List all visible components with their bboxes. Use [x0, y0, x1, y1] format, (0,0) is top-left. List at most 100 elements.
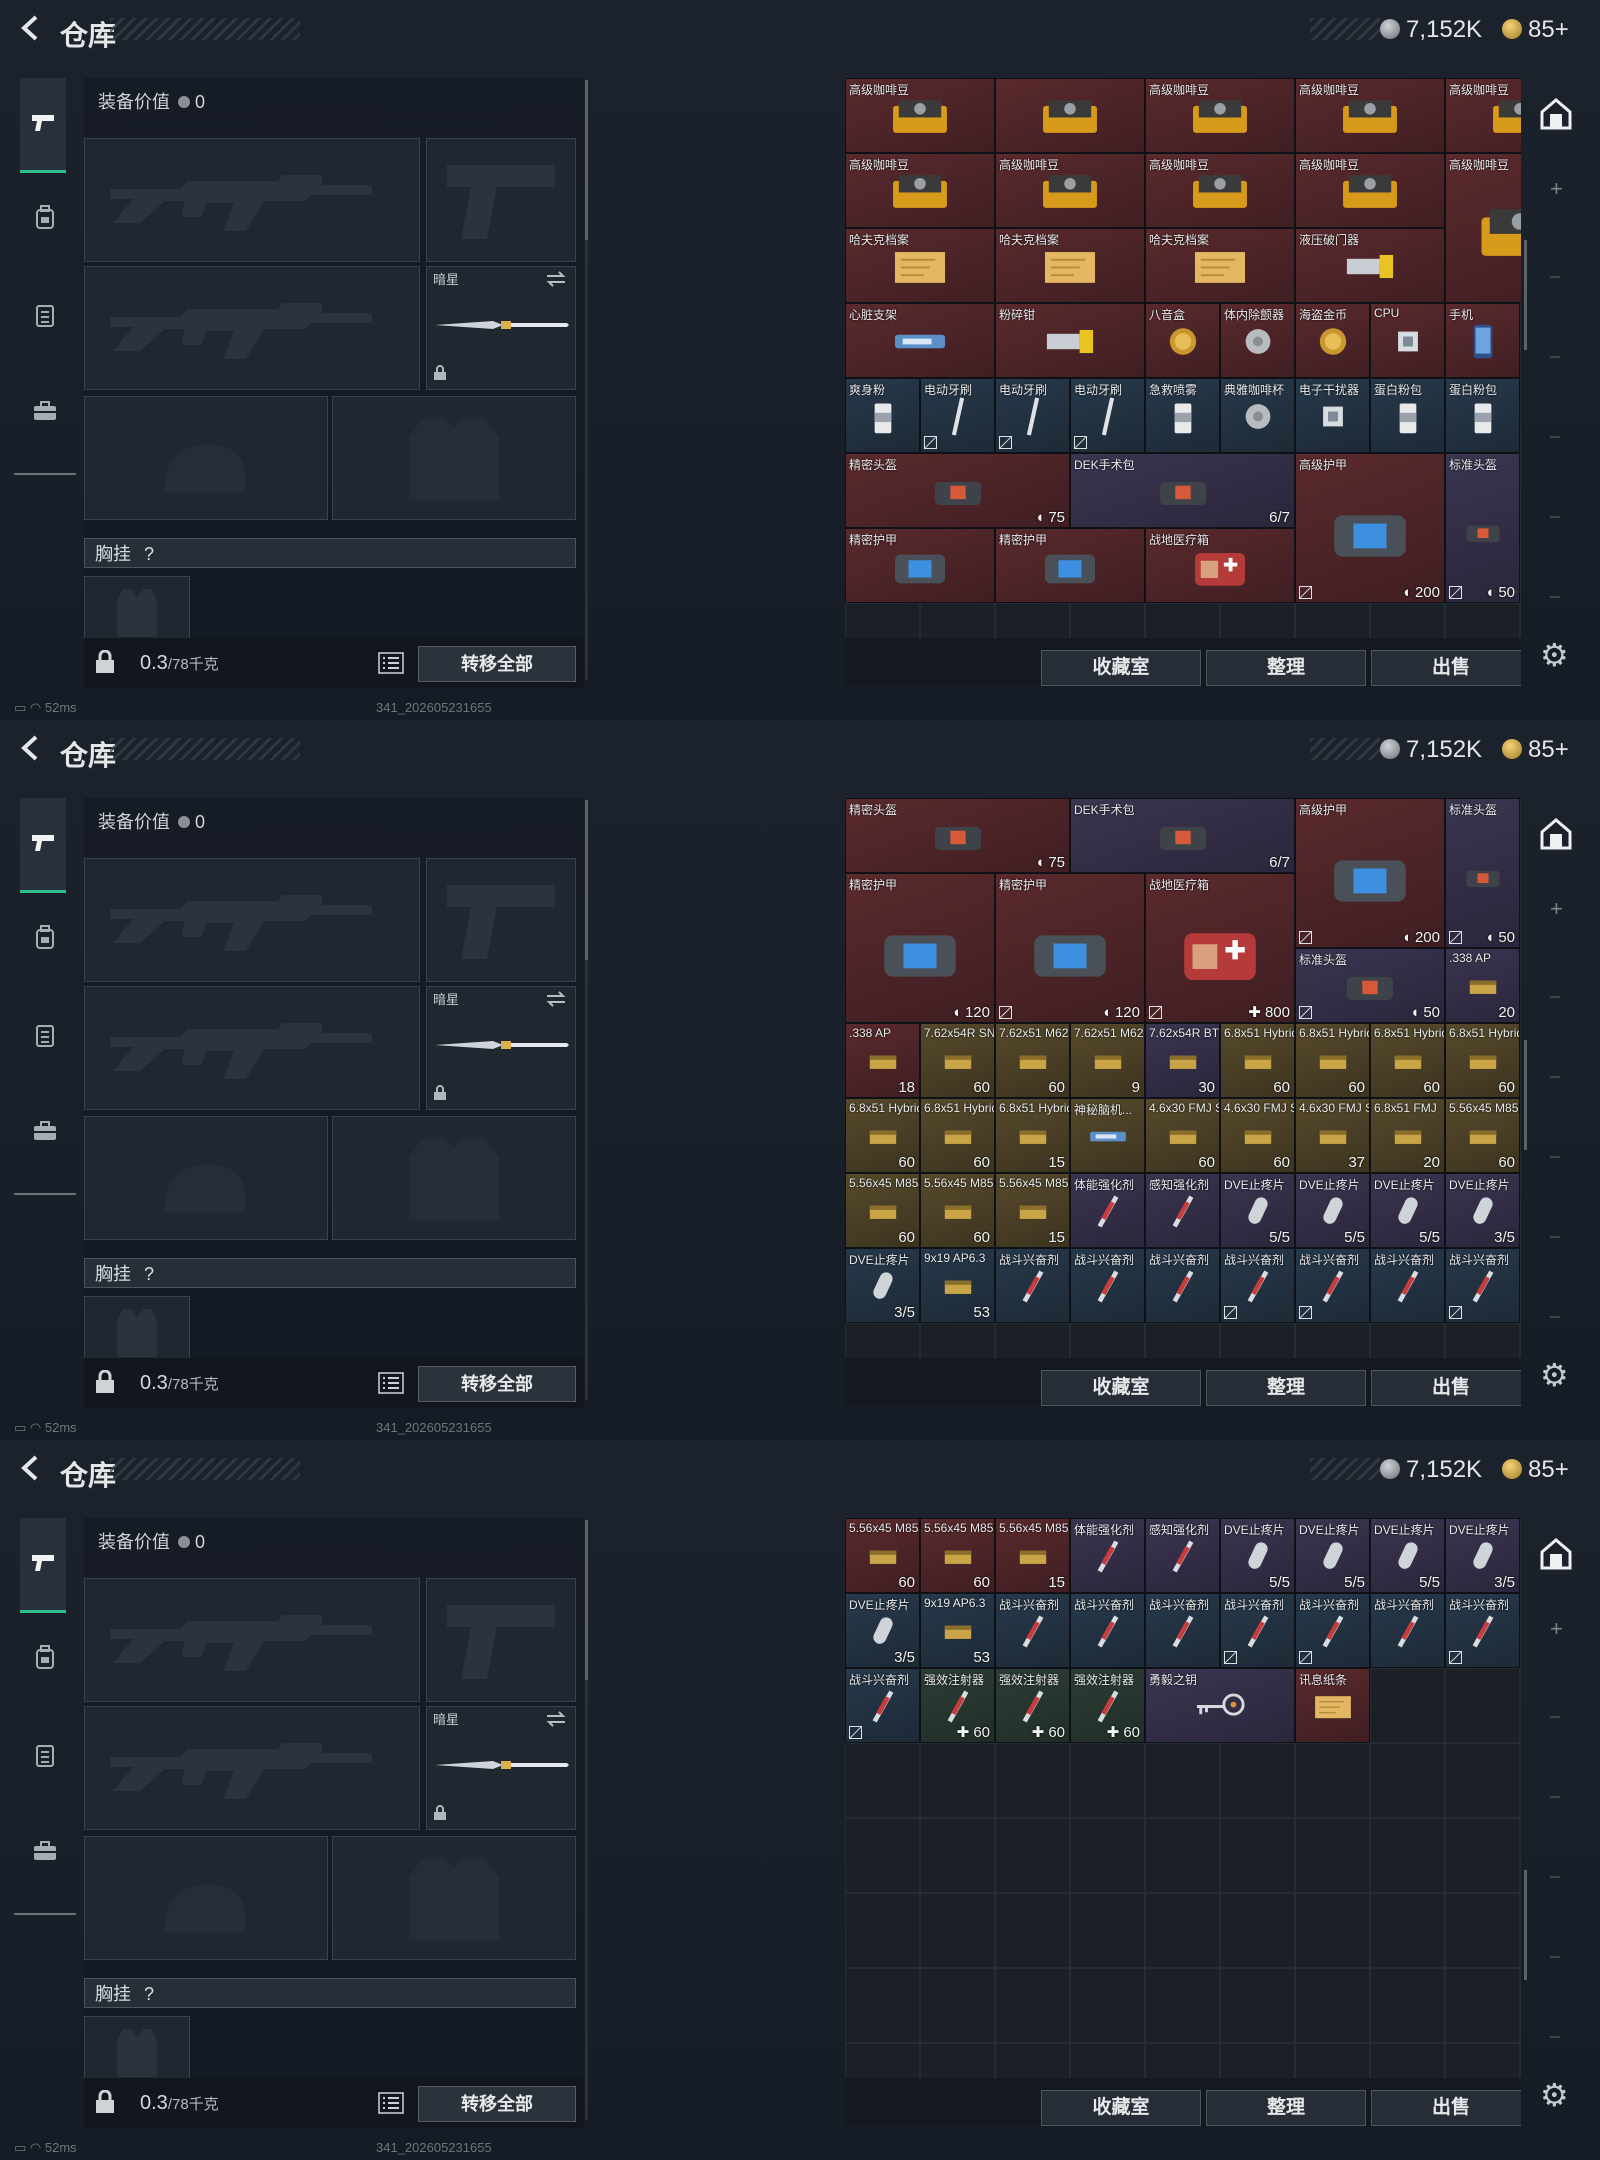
lock-icon[interactable] — [94, 1370, 116, 1394]
nav-weapons[interactable] — [20, 1518, 66, 1613]
empty-grid-cell[interactable] — [1370, 1893, 1445, 1968]
stash-item[interactable]: DVE止疼片 5/5 — [1295, 1518, 1370, 1593]
secondary-weapon-slot[interactable] — [84, 266, 420, 390]
back-arrow-icon[interactable] — [16, 14, 44, 42]
home-icon[interactable] — [1538, 816, 1574, 852]
stash-item[interactable]: 高级护甲 ◖ 200 — [1295, 798, 1445, 948]
organize-button[interactable]: 整理 — [1206, 1370, 1366, 1406]
stash-item[interactable]: 7.62x51 M62 9 — [1070, 1023, 1145, 1098]
stash-item[interactable]: 5.56x45 M855A1 60 — [920, 1518, 995, 1593]
swap-icon[interactable] — [545, 271, 567, 287]
stash-item[interactable]: 9x19 AP6.3 53 — [920, 1593, 995, 1668]
stash-item[interactable]: 7.62x54R BT 30 — [1145, 1023, 1220, 1098]
gold-currency[interactable]: 85+ — [1502, 736, 1569, 764]
stash-item[interactable]: 精密头盔 ◖ 75 — [845, 453, 1070, 528]
stash-item[interactable]: 粉碎钳 — [995, 303, 1145, 378]
empty-grid-cell[interactable] — [1370, 2043, 1445, 2078]
stash-item[interactable]: 战斗兴奋剂 — [1445, 1248, 1520, 1323]
stash-item[interactable]: 高级咖啡豆 — [1295, 78, 1445, 153]
empty-grid-cell[interactable] — [920, 1818, 995, 1893]
stash-item[interactable]: 4.6x30 FMJ SX 37 — [1295, 1098, 1370, 1173]
primary-weapon-slot[interactable] — [84, 1578, 420, 1702]
equipment-scrollbar[interactable] — [585, 1520, 588, 2120]
stash-item[interactable]: DVE止疼片 5/5 — [1220, 1518, 1295, 1593]
armor-icon[interactable] — [32, 302, 58, 328]
back-arrow-icon[interactable] — [16, 1454, 44, 1482]
helmet-slot[interactable] — [84, 396, 328, 520]
briefcase-icon[interactable] — [32, 1840, 58, 1866]
stash-item[interactable]: 高级咖啡豆 — [1445, 153, 1521, 303]
stash-item[interactable]: DVE止疼片 3/5 — [1445, 1518, 1520, 1593]
swap-icon[interactable] — [545, 991, 567, 1007]
stash-item[interactable]: 体能强化剂 — [1070, 1173, 1145, 1248]
stash-item[interactable]: 感知强化剂 — [1145, 1173, 1220, 1248]
stash-item[interactable]: 7.62x54R SNB 60 — [920, 1023, 995, 1098]
empty-grid-cell[interactable] — [920, 2043, 995, 2078]
stash-item[interactable]: 精密护甲 ◖ 120 — [995, 873, 1145, 1023]
help-icon[interactable]: ? — [144, 544, 154, 564]
transfer-all-button[interactable]: 转移全部 — [418, 646, 576, 682]
empty-grid-cell[interactable] — [1070, 1818, 1145, 1893]
stash-item[interactable]: 高级咖啡豆 — [1445, 78, 1521, 153]
empty-grid-cell[interactable] — [1520, 528, 1521, 603]
stash-item[interactable]: 高级咖啡豆 — [1145, 78, 1295, 153]
equipment-scrollbar[interactable] — [585, 80, 588, 680]
secondary-weapon-slot[interactable] — [84, 986, 420, 1110]
empty-grid-cell[interactable] — [1070, 603, 1145, 638]
empty-grid-cell[interactable] — [1445, 1323, 1520, 1358]
stash-item[interactable]: 哈夫克档案 — [845, 228, 995, 303]
empty-grid-cell[interactable] — [1220, 2043, 1295, 2078]
stash-item[interactable]: 7.62x51 M62 60 — [995, 1023, 1070, 1098]
empty-grid-cell[interactable] — [1370, 1818, 1445, 1893]
stash-item[interactable]: 战斗兴奋剂 — [1070, 1593, 1145, 1668]
nav-weapons[interactable] — [20, 798, 66, 893]
list-icon[interactable] — [378, 2092, 404, 2114]
stash-item[interactable]: 6.8x51 Hybrid 60 — [920, 1098, 995, 1173]
empty-grid-cell[interactable] — [1295, 1743, 1370, 1818]
empty-grid-cell[interactable] — [920, 1893, 995, 1968]
melee-slot[interactable]: 暗星 — [426, 1706, 576, 1830]
stash-item[interactable]: 战斗兴奋剂 — [845, 1668, 920, 1743]
stash-item[interactable]: 战斗兴奋剂 — [1220, 1248, 1295, 1323]
help-icon[interactable]: ? — [144, 1264, 154, 1284]
chest-rig-header[interactable]: 胸挂 ? — [84, 1978, 576, 2008]
empty-grid-cell[interactable] — [1445, 1668, 1520, 1743]
empty-grid-cell[interactable] — [920, 1323, 995, 1358]
stash-item[interactable]: 哈夫克档案 — [1145, 228, 1295, 303]
empty-grid-cell[interactable] — [1220, 1968, 1295, 2043]
stash-item[interactable]: 高级咖啡豆 — [845, 153, 995, 228]
chest-rig-header[interactable]: 胸挂 ? — [84, 1258, 576, 1288]
stash-item[interactable]: 高级咖啡豆 — [995, 153, 1145, 228]
armor-slot[interactable] — [332, 396, 576, 520]
back-arrow-icon[interactable] — [16, 734, 44, 762]
empty-grid-cell[interactable] — [995, 1323, 1070, 1358]
empty-grid-cell[interactable] — [1070, 2043, 1145, 2078]
empty-grid-cell[interactable] — [845, 1893, 920, 1968]
empty-grid-cell[interactable] — [995, 1818, 1070, 1893]
empty-grid-cell[interactable] — [1520, 1023, 1521, 1098]
empty-grid-cell[interactable] — [1520, 873, 1521, 948]
stash-item[interactable]: 战斗兴奋剂 — [1295, 1593, 1370, 1668]
transfer-all-button[interactable]: 转移全部 — [418, 1366, 576, 1402]
stash-item[interactable]: 战斗兴奋剂 — [1295, 1248, 1370, 1323]
stash-item[interactable]: 标准头盔 ◖ 50 — [1295, 948, 1445, 1023]
empty-grid-cell[interactable] — [1520, 1248, 1521, 1323]
empty-grid-cell[interactable] — [1520, 453, 1521, 528]
empty-grid-cell[interactable] — [1295, 603, 1370, 638]
empty-grid-cell[interactable] — [1445, 1818, 1520, 1893]
stash-item[interactable]: .338 AP 20 — [1445, 948, 1520, 1023]
lock-icon[interactable] — [94, 2090, 116, 2114]
melee-slot[interactable]: 暗星 — [426, 266, 576, 390]
stash-item[interactable]: DVE止疼片 5/5 — [1370, 1173, 1445, 1248]
melee-slot[interactable]: 暗星 — [426, 986, 576, 1110]
empty-grid-cell[interactable] — [845, 603, 920, 638]
stash-item[interactable]: 5.56x45 M855A1 60 — [845, 1173, 920, 1248]
pistol-slot[interactable] — [426, 1578, 576, 1702]
gear-icon[interactable]: ⚙ — [1540, 1356, 1569, 1394]
home-icon[interactable] — [1538, 96, 1574, 132]
empty-grid-cell[interactable] — [1520, 303, 1521, 378]
empty-grid-cell[interactable] — [1070, 1893, 1145, 1968]
stash-item[interactable]: 电动牙刷 — [1070, 378, 1145, 453]
stash-item[interactable]: 强效注射器 ✚ 60 — [1070, 1668, 1145, 1743]
stash-item[interactable]: 5.56x45 M855A1 60 — [920, 1173, 995, 1248]
